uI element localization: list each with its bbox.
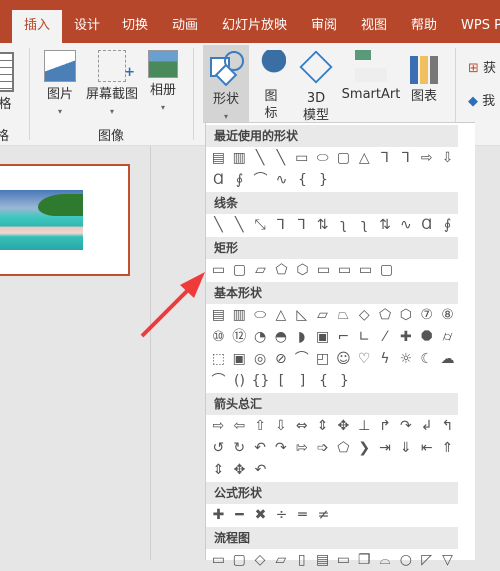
red-annotation-arrow (140, 272, 205, 338)
